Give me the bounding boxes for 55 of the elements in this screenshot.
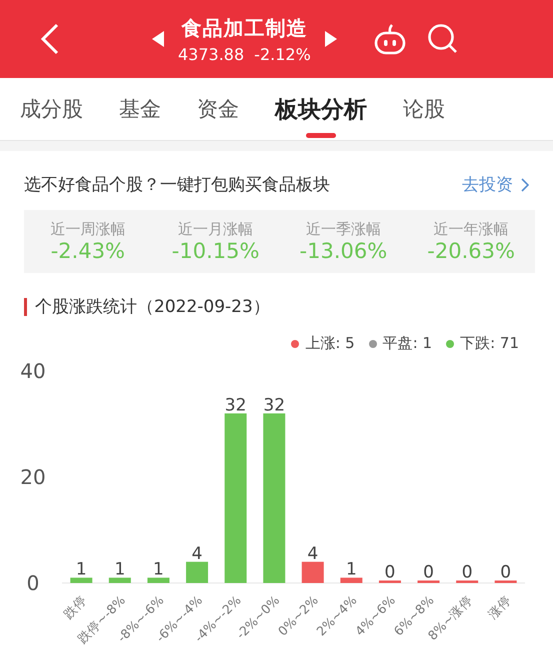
stat-value: -2.43% bbox=[50, 239, 126, 263]
stat-label: 近一月涨幅 bbox=[178, 220, 254, 239]
bar bbox=[302, 562, 324, 583]
bar-value: 1 bbox=[76, 560, 87, 580]
bar bbox=[70, 578, 92, 583]
bar-value: 1 bbox=[114, 560, 126, 580]
stat-value: -20.63% bbox=[427, 239, 515, 263]
bar bbox=[494, 580, 517, 583]
section-title: 个股涨跌统计（2022-09-23） bbox=[35, 296, 270, 318]
tab[interactable]: 基金 bbox=[119, 78, 161, 140]
bar-value: 0 bbox=[462, 562, 473, 582]
index-change: -2.12% bbox=[254, 44, 311, 64]
bar-value: 4 bbox=[192, 544, 202, 564]
bar bbox=[340, 578, 362, 583]
bar-value: 32 bbox=[224, 395, 246, 416]
bar-value: 1 bbox=[346, 560, 357, 580]
bar bbox=[418, 580, 440, 583]
stat-label: 近一年涨幅 bbox=[434, 220, 509, 239]
legend-label: 平盘: 1 bbox=[382, 334, 432, 353]
tab[interactable]: 论股 bbox=[403, 78, 445, 140]
bar-value: 0 bbox=[423, 562, 434, 582]
index-price: 4373.88 bbox=[178, 44, 244, 64]
axis-tick-label: 40 bbox=[20, 359, 46, 383]
bar bbox=[147, 578, 170, 583]
sector-title: 食品加工制造 bbox=[181, 14, 308, 42]
stat-value: -10.15% bbox=[172, 239, 260, 263]
chevron-icon bbox=[521, 178, 529, 192]
axis-tick-label: 20 bbox=[20, 465, 46, 489]
stat-value: -13.06% bbox=[300, 239, 388, 263]
back-icon[interactable] bbox=[40, 23, 60, 55]
bar-value: 4 bbox=[307, 544, 318, 564]
bar bbox=[378, 580, 401, 583]
search-icon[interactable] bbox=[426, 23, 459, 55]
next-icon[interactable] bbox=[324, 31, 337, 47]
tab[interactable]: 资金 bbox=[197, 78, 239, 140]
bar bbox=[186, 562, 208, 583]
tab[interactable]: 成分股 bbox=[20, 78, 83, 140]
legend-label: 下跌: 71 bbox=[460, 334, 519, 353]
axis-tick-label: 0 bbox=[26, 571, 40, 595]
bar bbox=[456, 580, 478, 583]
stat-label: 近一季涨幅 bbox=[306, 220, 381, 239]
category-label: 涨停 bbox=[484, 592, 514, 622]
tab[interactable]: 板块分析 bbox=[275, 78, 367, 140]
stat-label: 近一周涨幅 bbox=[50, 220, 126, 239]
category-label: 跌停 bbox=[60, 592, 90, 622]
bar bbox=[108, 578, 131, 583]
promo-text: 选不好食品个股？一键打包购买食品板块 bbox=[24, 174, 330, 196]
bar-value: 1 bbox=[153, 560, 164, 580]
legend-label: 上涨: 5 bbox=[305, 334, 355, 353]
bar-value: 0 bbox=[500, 562, 512, 582]
bar-value: 32 bbox=[263, 395, 286, 416]
previous-icon[interactable] bbox=[152, 31, 164, 47]
section-marker bbox=[24, 298, 27, 316]
robot-icon[interactable] bbox=[372, 22, 407, 56]
bar-value: 0 bbox=[384, 562, 396, 582]
